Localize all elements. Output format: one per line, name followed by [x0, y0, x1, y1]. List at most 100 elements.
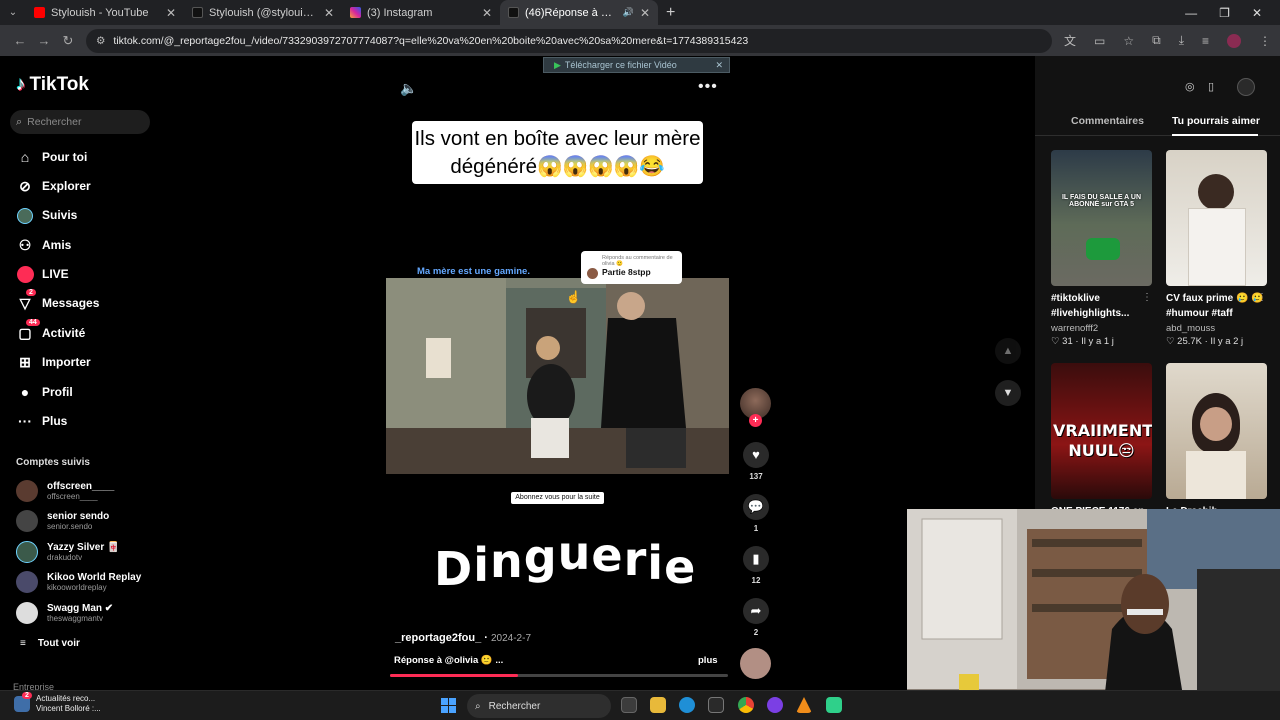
tiktok-logo[interactable]: ♪ TikTok	[16, 74, 89, 96]
kebab-menu-icon[interactable]: ⋮	[1257, 292, 1267, 303]
recommended-video-card[interactable]: CV faux prime 🥲 🥲 #humour #taff ⋮ abd_mo…	[1166, 150, 1267, 347]
edge-icon[interactable]	[679, 697, 695, 713]
task-view-icon[interactable]	[621, 697, 637, 713]
see-all-link[interactable]: ≡ Tout voir	[20, 638, 80, 649]
app-icon[interactable]	[826, 697, 842, 713]
user-avatar[interactable]	[1237, 78, 1255, 96]
messages-icon: ▽ 2	[16, 288, 36, 312]
right-tabs: Commentaires Tu pourrais aimer	[1035, 112, 1280, 136]
site-info-icon[interactable]: ⚙	[96, 35, 105, 47]
download-icon[interactable]: ⤓	[1179, 33, 1184, 48]
profile-avatar-icon[interactable]	[1227, 33, 1242, 48]
tiktok-search-input[interactable]: ⌕ Rechercher	[10, 110, 150, 134]
friends-icon: ⚇	[18, 236, 32, 253]
new-tab-button[interactable]: +	[658, 4, 683, 22]
compass-icon: ⊘	[19, 177, 31, 194]
taskbar-search-input[interactable]: ⌕ Rechercher	[467, 694, 611, 718]
vlc-icon[interactable]	[796, 697, 812, 713]
recommended-video-card[interactable]: VRAIIMENT NUUL😒 ONE PIECE 1176 en i...	[1051, 363, 1152, 519]
like-button[interactable]: ♥ 137	[742, 442, 770, 481]
followed-account[interactable]: Swagg Man ✔ theswaggmantv	[16, 599, 113, 627]
more-icon: ···	[18, 413, 32, 429]
avatar	[16, 571, 38, 593]
more-options-icon[interactable]: •••	[698, 78, 718, 96]
close-icon[interactable]: ✕	[715, 60, 723, 71]
menu-item-pour-toi[interactable]: ⌂ Pour toi	[16, 146, 88, 168]
minimize-icon[interactable]: —	[1185, 6, 1197, 20]
store-icon[interactable]	[708, 697, 724, 713]
save-button[interactable]: ▮ 12	[742, 546, 770, 585]
sound-avatar[interactable]	[740, 648, 771, 679]
followed-account[interactable]: senior sendo senior.sendo	[16, 507, 109, 535]
activity-badge: 44	[26, 318, 40, 326]
followed-account[interactable]: offscreen____ offscreen____	[16, 477, 114, 505]
tab-search-icon[interactable]: ⌄	[0, 7, 26, 18]
progress-fill	[390, 674, 519, 677]
restore-icon[interactable]: ❐	[1219, 6, 1230, 20]
menu-item-amis[interactable]: ⚇ Amis	[16, 234, 72, 256]
previous-video-button[interactable]: ▲	[995, 338, 1021, 364]
more-link[interactable]: plus	[698, 655, 718, 666]
share-button[interactable]: ➦ 2	[742, 598, 770, 637]
forward-icon[interactable]: →	[32, 33, 56, 48]
menu-item-live[interactable]: LIVE	[16, 263, 69, 285]
chrome-icon[interactable]	[738, 697, 754, 713]
close-tab-icon[interactable]: ✕	[482, 6, 492, 20]
cast-icon[interactable]: ▭	[1094, 34, 1105, 48]
menu-item-profil[interactable]: ● Profil	[16, 381, 73, 403]
firefox-icon[interactable]	[767, 697, 783, 713]
media-icon[interactable]: ≡	[1202, 34, 1209, 48]
menu-item-importer[interactable]: ⊞ Importer	[16, 351, 91, 373]
tab-recommendations[interactable]: Tu pourrais aimer	[1172, 115, 1260, 127]
extensions-icon[interactable]: ⧉	[1152, 33, 1161, 48]
menu-item-plus[interactable]: ··· Plus	[16, 410, 67, 432]
bookmark-star-icon[interactable]: ☆	[1123, 34, 1134, 48]
video-author[interactable]: _reportage2fou_ · 2024-2-7	[395, 632, 531, 644]
windows-start-icon[interactable]	[441, 698, 456, 713]
youtube-icon	[34, 7, 45, 18]
back-icon[interactable]: ←	[8, 33, 32, 48]
menu-dots-icon[interactable]: ⋮	[1259, 34, 1271, 48]
tab-comments[interactable]: Commentaires	[1071, 115, 1144, 127]
video-frame[interactable]	[386, 278, 729, 474]
close-window-icon[interactable]: ✕	[1252, 6, 1262, 20]
speaker-icon[interactable]: 🔊	[623, 7, 634, 18]
browser-tab-instagram[interactable]: (3) Instagram ✕	[342, 0, 500, 25]
download-video-banner[interactable]: ▶ Télécharger ce fichier Vidéo ✕	[543, 57, 730, 73]
url-field[interactable]: ⚙ tiktok.com/@_reportage2fou_/video/7332…	[86, 28, 1052, 53]
translate-icon[interactable]: 文	[1064, 32, 1076, 49]
extension-icons: 文 ▭ ☆ ⧉ ⤓ ≡ ⋮	[1064, 32, 1271, 49]
search-icon: ⌕	[475, 700, 481, 712]
chevron-down-icon: ▼	[1002, 387, 1014, 399]
file-explorer-icon[interactable]	[650, 697, 666, 713]
menu-item-messages[interactable]: ▽ 2 Messages	[16, 288, 99, 314]
close-tab-icon[interactable]: ✕	[324, 6, 334, 20]
follow-plus-icon[interactable]: +	[749, 414, 762, 427]
tiktok-icon	[192, 7, 203, 18]
compass-icon[interactable]: ◎	[1185, 80, 1195, 93]
avatar	[16, 541, 38, 563]
browser-tab-tiktok-profile[interactable]: Stylouish (@stylouish) | TikTok ✕	[184, 0, 342, 25]
comment-button[interactable]: 💬 1	[742, 494, 770, 533]
next-video-button[interactable]: ▼	[995, 380, 1021, 406]
windows-taskbar: 2 Actualités reco... Vincent Bolloré :...…	[0, 690, 1280, 720]
news-badge: 2	[22, 692, 32, 699]
news-widget[interactable]: 2 Actualités reco... Vincent Bolloré :...	[14, 692, 101, 714]
close-tab-icon[interactable]: ✕	[166, 6, 176, 20]
kebab-menu-icon[interactable]: ⋮	[1142, 292, 1152, 303]
volume-icon[interactable]: 🔈	[400, 80, 417, 97]
reload-icon[interactable]: ↻	[56, 33, 80, 49]
followed-account[interactable]: Kikoo World Replay kikooworldreplay	[16, 568, 141, 596]
video-progress-bar[interactable]	[390, 674, 728, 677]
followed-account[interactable]: Yazzy Silver 🀄 drakudotv	[16, 538, 120, 566]
menu-item-activite[interactable]: ▢ 44 Activité	[16, 318, 85, 344]
recommended-video-card[interactable]: IL FAIS DU SALLE A UN ABONNÉ sur GTA 5 #…	[1051, 150, 1152, 347]
menu-item-explorer[interactable]: ⊘ Explorer	[16, 175, 91, 197]
recommended-video-card[interactable]: Le Dracbib...	[1166, 363, 1267, 519]
close-tab-icon[interactable]: ✕	[640, 6, 650, 20]
browser-tab-tiktok-video[interactable]: (46)Réponse à @olivia 🔊 ✕	[500, 0, 658, 25]
video-thumbnail: VRAIIMENT NUUL😒	[1051, 363, 1152, 499]
browser-tab-youtube[interactable]: Stylouish - YouTube ✕	[26, 0, 184, 25]
menu-item-suivis[interactable]: Suivis	[16, 204, 77, 226]
phone-icon[interactable]: ▯	[1208, 80, 1214, 93]
